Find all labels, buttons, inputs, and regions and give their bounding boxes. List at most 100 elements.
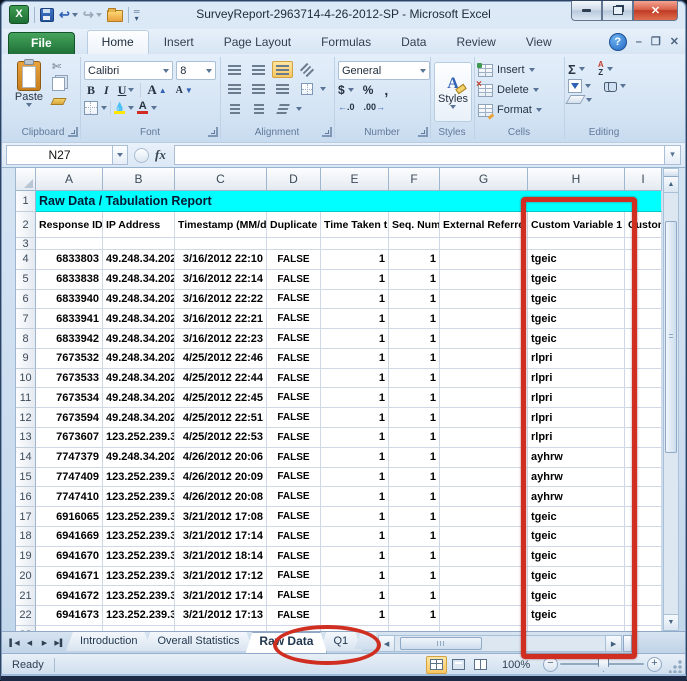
merge-center-button[interactable] — [296, 80, 317, 97]
zoom-level[interactable]: 100% — [502, 659, 530, 671]
cell[interactable]: tgeic — [528, 290, 625, 310]
cell[interactable]: 6941670 — [36, 547, 103, 567]
cell[interactable] — [625, 606, 662, 626]
borders-icon[interactable] — [84, 101, 98, 115]
cell[interactable]: FALSE — [267, 388, 321, 408]
insert-cells-button[interactable]: Insert — [478, 61, 560, 79]
row-header-21[interactable]: 21 — [16, 586, 36, 606]
cell[interactable]: 1 — [389, 606, 440, 626]
last-sheet-icon[interactable]: ▶▌ — [53, 636, 66, 649]
ribbon-tab-formulas[interactable]: Formulas — [306, 30, 386, 54]
zoom-out-button[interactable]: − — [543, 657, 558, 672]
align-middle-button[interactable] — [248, 61, 269, 78]
row-header-3[interactable]: 3 — [16, 238, 36, 250]
cell[interactable]: 123.252.239.3 — [103, 567, 175, 587]
cell[interactable]: 6833941 — [36, 309, 103, 329]
cell[interactable]: FALSE — [267, 586, 321, 606]
cell[interactable]: 1 — [389, 448, 440, 468]
row-header-11[interactable]: 11 — [16, 388, 36, 408]
cell[interactable]: 1 — [389, 329, 440, 349]
cell[interactable]: 49.248.34.202 — [103, 290, 175, 310]
cell[interactable]: FALSE — [267, 487, 321, 507]
column-header-I[interactable]: I — [625, 168, 662, 190]
cell[interactable]: FALSE — [267, 567, 321, 587]
cell[interactable] — [625, 507, 662, 527]
clear-button[interactable] — [565, 95, 585, 104]
decrease-decimal-button[interactable]: .00→ — [364, 102, 386, 112]
sheet-title-cell[interactable]: Raw Data / Tabulation Report — [36, 191, 662, 212]
fill-color-dropdown-icon[interactable] — [128, 106, 134, 110]
cell[interactable]: 3/21/2012 17:14 — [175, 527, 267, 547]
cell[interactable] — [528, 238, 625, 250]
cell[interactable] — [625, 349, 662, 369]
italic-button[interactable]: I — [101, 83, 112, 98]
row-header-6[interactable]: 6 — [16, 290, 36, 310]
cell[interactable] — [440, 468, 528, 488]
cell[interactable] — [440, 606, 528, 626]
cell[interactable] — [440, 448, 528, 468]
cell[interactable] — [321, 238, 389, 250]
currency-dropdown-icon[interactable] — [348, 88, 354, 92]
cell[interactable]: 1 — [321, 527, 389, 547]
name-box-dropdown[interactable] — [113, 145, 128, 165]
cell[interactable]: 1 — [321, 270, 389, 290]
file-tab[interactable]: File — [8, 32, 75, 54]
cell[interactable] — [625, 567, 662, 587]
cell[interactable]: 49.248.34.202 — [103, 388, 175, 408]
cell[interactable]: 1 — [321, 309, 389, 329]
wrap-dropdown-icon[interactable] — [296, 107, 302, 111]
column-header-C[interactable]: C — [175, 168, 267, 190]
cell[interactable]: 49.248.34.202 — [103, 349, 175, 369]
field-header-cell[interactable]: IP Address — [103, 212, 175, 238]
cell[interactable] — [440, 270, 528, 290]
cell[interactable] — [440, 487, 528, 507]
row-header-18[interactable]: 18 — [16, 527, 36, 547]
row-header-14[interactable]: 14 — [16, 448, 36, 468]
merge-dropdown-icon[interactable] — [320, 87, 326, 91]
cell[interactable]: ayhrw — [528, 468, 625, 488]
cell[interactable]: 3/21/2012 17:08 — [175, 507, 267, 527]
cell[interactable] — [440, 309, 528, 329]
horizontal-split-handle[interactable] — [623, 635, 632, 652]
cell[interactable]: 123.252.239.3 — [103, 428, 175, 448]
cell[interactable]: 1 — [389, 369, 440, 389]
cell[interactable]: FALSE — [267, 369, 321, 389]
column-header-H[interactable]: H — [528, 168, 625, 190]
ribbon-tab-review[interactable]: Review — [441, 30, 510, 54]
cell[interactable]: 49.248.34.202 — [103, 329, 175, 349]
orientation-button[interactable] — [296, 61, 317, 78]
cell[interactable]: 7673607 — [36, 428, 103, 448]
ribbon-tab-page-layout[interactable]: Page Layout — [209, 30, 306, 54]
cell[interactable] — [440, 547, 528, 567]
cell[interactable]: 4/26/2012 20:06 — [175, 448, 267, 468]
cell[interactable]: 1 — [389, 388, 440, 408]
cell[interactable]: 123.252.239.3 — [103, 606, 175, 626]
row-header-9[interactable]: 9 — [16, 349, 36, 369]
font-color-button[interactable]: A — [137, 102, 148, 114]
cell[interactable]: 6941669 — [36, 527, 103, 547]
cell[interactable]: tgeic — [528, 567, 625, 587]
cell[interactable] — [625, 388, 662, 408]
cell[interactable] — [440, 238, 528, 250]
cell[interactable]: FALSE — [267, 408, 321, 428]
cell[interactable] — [625, 309, 662, 329]
cell[interactable]: FALSE — [267, 250, 321, 270]
cell[interactable] — [625, 369, 662, 389]
cell[interactable]: 7747379 — [36, 448, 103, 468]
cell[interactable]: 4/25/2012 22:53 — [175, 428, 267, 448]
increase-indent-button[interactable] — [248, 100, 269, 117]
cell[interactable]: FALSE — [267, 428, 321, 448]
cell[interactable]: 123.252.239.3 — [103, 547, 175, 567]
column-header-E[interactable]: E — [321, 168, 389, 190]
paste-button[interactable]: Paste — [12, 61, 46, 121]
copy-icon[interactable] — [52, 77, 65, 91]
cell[interactable]: 1 — [321, 468, 389, 488]
title-bar[interactable]: X ↩ ↪ ═▾ SurveyReport-2963714-4-26-2012-… — [1, 1, 686, 29]
workbook-restore-icon[interactable]: ❐ — [651, 37, 661, 47]
sheet-tab-raw-data[interactable]: Raw Data — [245, 632, 327, 654]
row-header-10[interactable]: 10 — [16, 369, 36, 389]
minimize-button[interactable] — [571, 1, 602, 21]
fill-button[interactable] — [568, 79, 582, 93]
number-format-combo[interactable]: General — [338, 61, 430, 80]
field-header-cell[interactable]: Custom V — [625, 212, 662, 238]
